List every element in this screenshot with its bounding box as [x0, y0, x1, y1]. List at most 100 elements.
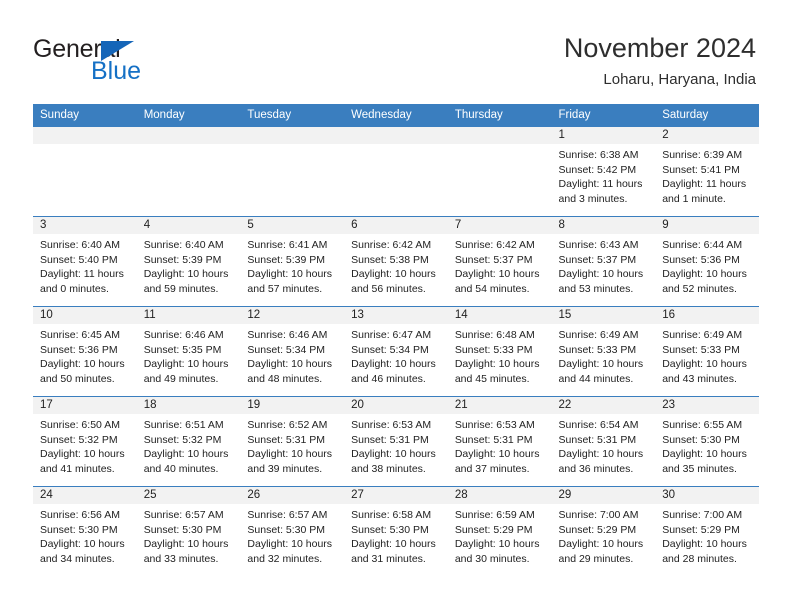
day-cell[interactable]: 17 Sunrise: 6:50 AM Sunset: 5:32 PM Dayligh…: [33, 396, 137, 486]
calendar-cell: 19 Sunrise: 6:52 AM Sunset: 5:31 PM Dayligh…: [240, 396, 345, 486]
day-number: 26: [240, 487, 345, 504]
calendar-cell: 25 Sunrise: 6:57 AM Sunset: 5:30 PM Dayligh…: [136, 486, 241, 576]
sunrise-text: Sunrise: 6:54 AM: [558, 419, 639, 431]
daylight-text: Daylight: 10 hours and 36 minutes.: [558, 448, 644, 475]
day-cell[interactable]: 19 Sunrise: 6:52 AM Sunset: 5:31 PM Dayligh…: [240, 396, 345, 486]
sunset-text: Sunset: 5:31 PM: [454, 433, 533, 446]
day-cell[interactable]: 7 Sunrise: 6:42 AM Sunset: 5:37 PM Daylight…: [447, 216, 552, 306]
day-cell[interactable]: 25 Sunrise: 6:57 AM Sunset: 5:30 PM Dayligh…: [136, 486, 241, 576]
day-number: 12: [240, 307, 345, 324]
title-block: November 2024 Loharu, Haryana, India: [564, 32, 756, 90]
calendar-header-row: Sunday Monday Tuesday Wednesday Thursday…: [33, 104, 759, 126]
day-cell[interactable]: 6 Sunrise: 6:42 AM Sunset: 5:38 PM Daylight…: [344, 216, 448, 306]
daylight-text: Daylight: 10 hours and 32 minutes.: [247, 538, 333, 565]
calendar-cell: 15 Sunrise: 6:49 AM Sunset: 5:33 PM Dayligh…: [551, 306, 656, 396]
sunrise-text: Sunrise: 6:58 AM: [351, 509, 432, 521]
day-number: 18: [136, 397, 241, 414]
daylight-text: Daylight: 10 hours and 37 minutes.: [454, 448, 540, 475]
day-cell[interactable]: 5 Sunrise: 6:41 AM Sunset: 5:39 PM Daylight…: [240, 216, 345, 306]
day-details: Sunrise: 6:49 AM Sunset: 5:33 PM Daylight:…: [655, 324, 759, 386]
sunset-text: Sunset: 5:33 PM: [454, 343, 533, 356]
day-cell[interactable]: 3 Sunrise: 6:40 AM Sunset: 5:40 PM Daylight…: [33, 216, 137, 306]
day-cell[interactable]: 21 Sunrise: 6:53 AM Sunset: 5:31 PM Dayligh…: [447, 396, 552, 486]
daylight-text: Daylight: 10 hours and 59 minutes.: [143, 268, 229, 295]
daylight-text: Daylight: 10 hours and 45 minutes.: [454, 358, 540, 385]
day-details: Sunrise: 6:47 AM Sunset: 5:34 PM Daylight:…: [344, 324, 448, 386]
day-cell[interactable]: 24 Sunrise: 6:56 AM Sunset: 5:30 PM Dayligh…: [33, 486, 137, 576]
day-cell[interactable]: 20 Sunrise: 6:53 AM Sunset: 5:31 PM Dayligh…: [344, 396, 448, 486]
day-cell[interactable]: 12 Sunrise: 6:46 AM Sunset: 5:34 PM Dayligh…: [240, 306, 345, 396]
day-details: Sunrise: 6:57 AM Sunset: 5:30 PM Daylight:…: [240, 504, 344, 566]
calendar-cell: 10 Sunrise: 6:45 AM Sunset: 5:36 PM Dayligh…: [33, 306, 137, 396]
logo-text-blue: Blue: [91, 57, 142, 85]
day-cell[interactable]: 2 Sunrise: 6:39 AM Sunset: 5:41 PM Daylight…: [655, 126, 759, 216]
sunrise-text: Sunrise: 6:49 AM: [662, 329, 743, 341]
day-cell[interactable]: 9 Sunrise: 6:44 AM Sunset: 5:36 PM Daylight…: [655, 216, 759, 306]
day-details: Sunrise: 6:58 AM Sunset: 5:30 PM Daylight:…: [344, 504, 448, 566]
sunset-text: Sunset: 5:36 PM: [40, 343, 118, 356]
day-cell[interactable]: 26 Sunrise: 6:57 AM Sunset: 5:30 PM Dayligh…: [240, 486, 345, 576]
daylight-text: Daylight: 10 hours and 46 minutes.: [351, 358, 436, 385]
day-cell[interactable]: 14 Sunrise: 6:48 AM Sunset: 5:33 PM Dayligh…: [447, 306, 552, 396]
day-number: 13: [344, 307, 448, 324]
day-number: 17: [33, 397, 137, 414]
calendar-week-row: 17 Sunrise: 6:50 AM Sunset: 5:32 PM Dayligh…: [33, 396, 759, 486]
sunrise-text: Sunrise: 6:46 AM: [247, 329, 328, 341]
day-details: Sunrise: 6:59 AM Sunset: 5:29 PM Daylight:…: [448, 504, 552, 566]
day-number: 29: [551, 487, 656, 504]
day-details: Sunrise: 6:52 AM Sunset: 5:31 PM Daylight:…: [240, 414, 344, 476]
calendar-body: 1 Sunrise: 6:38 AM Sunset: 5:42 PM Daylight…: [33, 126, 759, 576]
day-number: 3: [33, 217, 137, 234]
sunset-text: Sunset: 5:42 PM: [558, 163, 637, 176]
sunset-text: Sunset: 5:39 PM: [143, 253, 222, 266]
calendar-page: General Blue November 2024 Loharu, Harya…: [0, 0, 792, 612]
day-number: [33, 127, 137, 144]
day-cell[interactable]: 4 Sunrise: 6:40 AM Sunset: 5:39 PM Daylight…: [136, 216, 241, 306]
sunset-text: Sunset: 5:36 PM: [662, 253, 740, 266]
general-blue-logo[interactable]: General Blue: [33, 36, 233, 88]
day-cell[interactable]: 15 Sunrise: 6:49 AM Sunset: 5:33 PM Dayligh…: [551, 306, 656, 396]
daylight-text: Daylight: 11 hours and 0 minutes.: [40, 268, 124, 295]
day-cell[interactable]: 28 Sunrise: 6:59 AM Sunset: 5:29 PM Dayligh…: [447, 486, 552, 576]
day-details: Sunrise: 6:57 AM Sunset: 5:30 PM Daylight:…: [137, 504, 241, 566]
day-cell[interactable]: 30 Sunrise: 7:00 AM Sunset: 5:29 PM Dayligh…: [655, 486, 759, 576]
calendar-cell: 2 Sunrise: 6:39 AM Sunset: 5:41 PM Daylight…: [655, 126, 759, 216]
daylight-text: Daylight: 10 hours and 33 minutes.: [143, 538, 229, 565]
day-cell[interactable]: 11 Sunrise: 6:46 AM Sunset: 5:35 PM Dayligh…: [136, 306, 241, 396]
sunset-text: Sunset: 5:32 PM: [40, 433, 118, 446]
day-cell[interactable]: 8 Sunrise: 6:43 AM Sunset: 5:37 PM Daylight…: [551, 216, 656, 306]
day-cell[interactable]: 10 Sunrise: 6:45 AM Sunset: 5:36 PM Dayligh…: [33, 306, 137, 396]
day-number: 19: [240, 397, 345, 414]
day-cell[interactable]: 13 Sunrise: 6:47 AM Sunset: 5:34 PM Dayligh…: [344, 306, 448, 396]
day-number: 7: [447, 217, 552, 234]
day-details: Sunrise: 6:46 AM Sunset: 5:35 PM Daylight:…: [137, 324, 241, 386]
sunset-text: Sunset: 5:40 PM: [40, 253, 118, 266]
sunrise-text: Sunrise: 7:00 AM: [662, 509, 743, 521]
day-cell[interactable]: 22 Sunrise: 6:54 AM Sunset: 5:31 PM Dayligh…: [551, 396, 656, 486]
day-number: 15: [551, 307, 656, 324]
day-cell[interactable]: 1 Sunrise: 6:38 AM Sunset: 5:42 PM Daylight…: [551, 126, 656, 216]
sunrise-text: Sunrise: 6:48 AM: [454, 329, 535, 341]
day-cell[interactable]: 23 Sunrise: 6:55 AM Sunset: 5:30 PM Dayligh…: [655, 396, 759, 486]
calendar-week-row: 1 Sunrise: 6:38 AM Sunset: 5:42 PM Daylight…: [33, 126, 759, 216]
sunrise-text: Sunrise: 6:45 AM: [40, 329, 120, 341]
sunset-text: Sunset: 5:30 PM: [40, 523, 118, 536]
day-cell[interactable]: 18 Sunrise: 6:51 AM Sunset: 5:32 PM Dayligh…: [136, 396, 241, 486]
page-header: General Blue November 2024 Loharu, Harya…: [0, 0, 792, 100]
day-cell-empty: [136, 126, 241, 216]
weekday-header-saturday: Saturday: [655, 104, 759, 126]
day-details: Sunrise: 6:51 AM Sunset: 5:32 PM Daylight:…: [137, 414, 241, 476]
day-number: [344, 127, 448, 144]
sunrise-text: Sunrise: 6:56 AM: [40, 509, 120, 521]
daylight-text: Daylight: 10 hours and 28 minutes.: [662, 538, 747, 565]
day-details: Sunrise: 6:50 AM Sunset: 5:32 PM Daylight:…: [33, 414, 137, 476]
day-number: 2: [655, 127, 759, 144]
day-number: 4: [136, 217, 241, 234]
sunset-text: Sunset: 5:41 PM: [662, 163, 740, 176]
weekday-header-friday: Friday: [551, 104, 656, 126]
sunset-text: Sunset: 5:29 PM: [662, 523, 740, 536]
day-cell[interactable]: 27 Sunrise: 6:58 AM Sunset: 5:30 PM Dayligh…: [344, 486, 448, 576]
weekday-header-wednesday: Wednesday: [344, 104, 448, 126]
day-cell[interactable]: 29 Sunrise: 7:00 AM Sunset: 5:29 PM Dayligh…: [551, 486, 656, 576]
day-cell[interactable]: 16 Sunrise: 6:49 AM Sunset: 5:33 PM Dayligh…: [655, 306, 759, 396]
